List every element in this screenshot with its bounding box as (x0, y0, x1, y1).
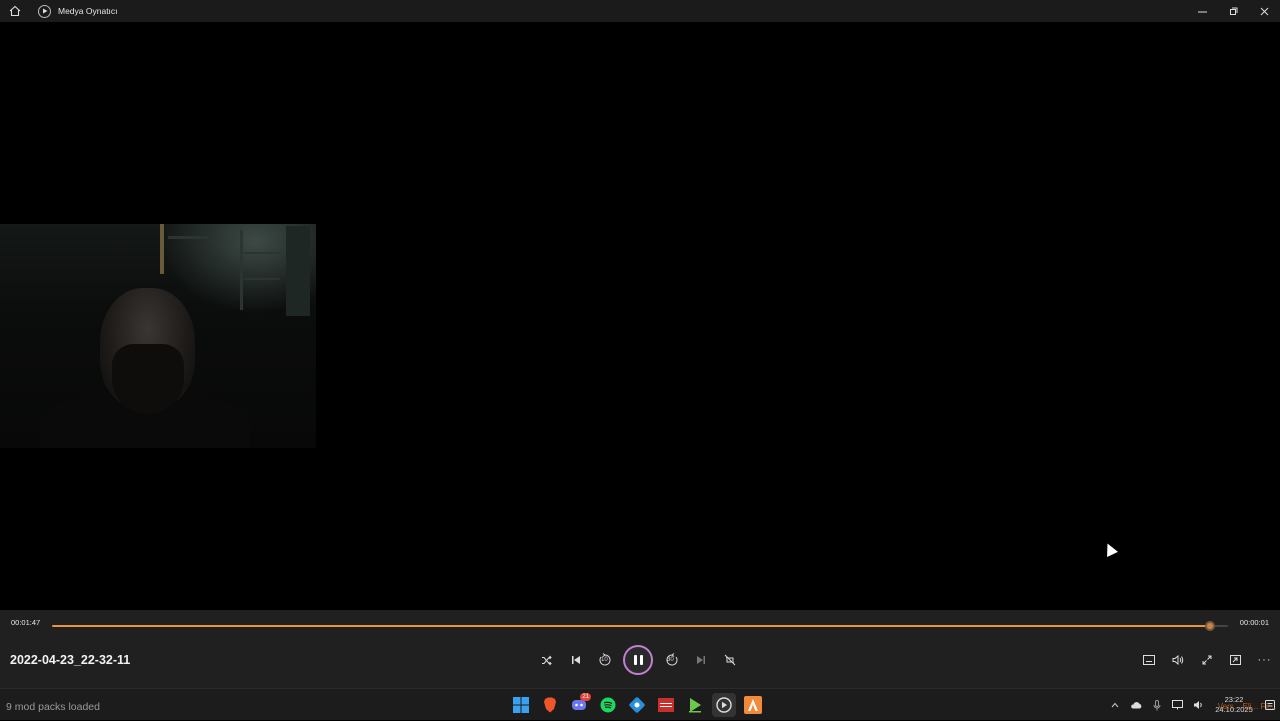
window-title: Medya Oynatıcı (58, 6, 118, 16)
orange-app-icon (744, 696, 762, 714)
seek-bar-fill (52, 625, 1211, 627)
media-player-icon (716, 697, 732, 713)
webcam-video-frame (0, 224, 316, 448)
seek-bar-thumb[interactable] (1205, 621, 1216, 631)
overlay-text: Vers... Eli... Fir... (1217, 702, 1276, 711)
taskbar-app-red[interactable] (654, 693, 678, 717)
mini-player-icon (1230, 655, 1241, 665)
window-controls (1187, 0, 1280, 22)
spotify-icon (600, 697, 616, 713)
next-button[interactable] (686, 648, 715, 672)
more-icon: ··· (1257, 654, 1272, 666)
more-options-button[interactable]: ··· (1250, 648, 1279, 672)
pause-icon (633, 655, 643, 665)
title-bar: Medya Oynatıcı (0, 0, 1280, 22)
secondary-controls: ··· (1134, 648, 1279, 672)
microphone-icon (1153, 699, 1160, 710)
home-icon (9, 5, 21, 17)
minimize-button[interactable] (1187, 0, 1218, 22)
taskbar-media-player[interactable] (712, 693, 736, 717)
shuffle-button[interactable] (532, 648, 561, 672)
close-icon (1260, 7, 1269, 15)
rewind-10-button[interactable]: 10 (590, 648, 619, 672)
rewind-seconds-label: 10 (601, 657, 608, 663)
taskbar: 9 mod packs loaded 21 23:22 24.10.2025 V… (0, 688, 1280, 720)
network-app-icon (629, 697, 645, 713)
tray-onedrive[interactable] (1125, 701, 1146, 709)
next-icon (696, 656, 705, 664)
repeat-off-icon (724, 654, 735, 666)
start-button[interactable] (509, 693, 533, 717)
chevron-up-icon (1111, 702, 1118, 708)
brave-icon (544, 697, 556, 713)
cloud-icon (1130, 702, 1141, 709)
previous-icon (571, 656, 580, 664)
close-button[interactable] (1249, 0, 1280, 22)
minimize-icon (1198, 11, 1207, 12)
taskbar-apps: 21 (509, 693, 765, 717)
windows-icon (513, 697, 529, 713)
maximize-button[interactable] (1218, 0, 1249, 22)
volume-icon (1172, 655, 1183, 665)
elapsed-time: 00:01:47 (11, 618, 41, 627)
fullscreen-icon (1202, 655, 1211, 665)
media-app-icon (658, 698, 674, 712)
shuffle-icon (542, 655, 552, 665)
fullscreen-button[interactable] (1192, 648, 1221, 672)
speaker-icon (1194, 701, 1202, 709)
taskbar-discord[interactable]: 21 (567, 693, 591, 717)
pause-button[interactable] (623, 645, 653, 675)
volume-button[interactable] (1163, 648, 1192, 672)
remaining-time: 00:00:01 (1239, 618, 1269, 627)
play-app-icon (689, 698, 701, 713)
taskbar-app-network[interactable] (625, 693, 649, 717)
discord-notification-badge: 21 (580, 693, 591, 701)
taskbar-app-orange[interactable] (741, 693, 765, 717)
forward-seconds-label: 30 (667, 657, 674, 663)
tray-microphone[interactable] (1146, 699, 1167, 711)
home-button[interactable] (0, 0, 30, 22)
repeat-button[interactable] (715, 648, 744, 672)
taskbar-spotify[interactable] (596, 693, 620, 717)
seek-row: 00:01:47 00:00:01 (0, 615, 1280, 631)
transport-controls: 10 30 (532, 645, 744, 675)
mini-player-button[interactable] (1221, 648, 1250, 672)
media-title: 2022-04-23_22-32-11 (10, 653, 131, 667)
previous-button[interactable] (561, 648, 590, 672)
tray-overflow-button[interactable] (1104, 702, 1125, 708)
mod-status-text: 9 mod packs loaded (6, 701, 100, 713)
restore-icon (1230, 7, 1238, 15)
media-player-app-icon (38, 4, 51, 18)
network-icon (1172, 700, 1183, 710)
subtitles-button[interactable] (1134, 648, 1163, 672)
forward-30-button[interactable]: 30 (657, 648, 686, 672)
playback-controls-panel: 00:01:47 00:00:01 2022-04-23_22-32-11 10… (0, 610, 1280, 688)
seek-bar[interactable] (52, 621, 1228, 631)
tray-network[interactable] (1167, 700, 1188, 710)
taskbar-brave[interactable] (538, 693, 562, 717)
subtitles-icon (1142, 655, 1155, 665)
taskbar-app-green[interactable] (683, 693, 707, 717)
tray-volume[interactable] (1188, 700, 1209, 710)
